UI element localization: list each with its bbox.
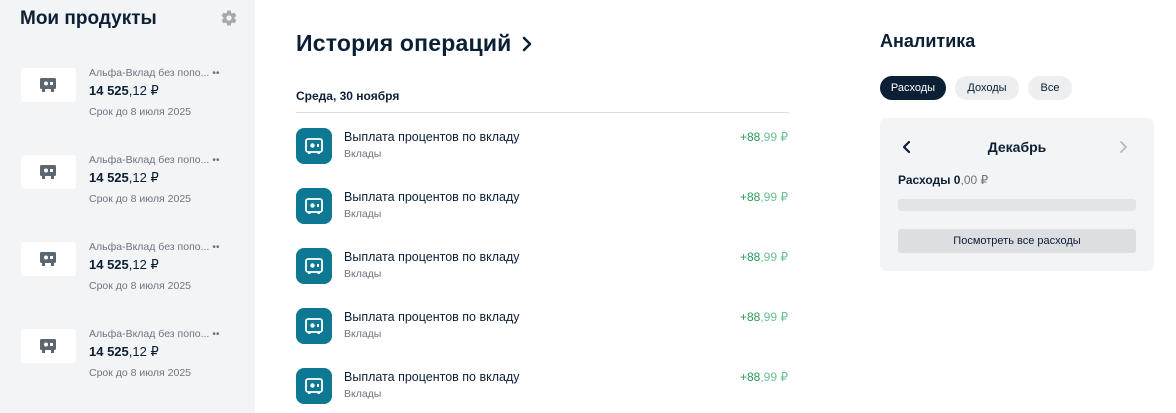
operation-icon: [296, 368, 332, 404]
product-card-thumb: [21, 155, 76, 189]
safe-icon: [40, 339, 56, 353]
product-name: Альфа-Вклад без попо... ••: [89, 154, 220, 166]
safe-icon: [305, 198, 323, 214]
product-card-thumb: [21, 329, 76, 363]
operation-amount: +88,99 ₽: [739, 190, 788, 204]
operation-icon: [296, 248, 332, 284]
operation-category: Вклады: [344, 388, 382, 400]
product-amount: 14 525,12 ₽: [89, 170, 159, 185]
tab-expenses[interactable]: Расходы: [880, 76, 946, 100]
safe-icon: [305, 138, 323, 154]
analytics-month: Декабрь: [987, 139, 1047, 155]
safe-icon: [40, 78, 56, 92]
history-title: История операций: [296, 30, 512, 56]
operation-row[interactable]: Выплата процентов по вкладу Вклады +88,9…: [296, 128, 790, 168]
divider: [296, 112, 789, 113]
product-name: Альфа-Вклад без попо... ••: [89, 328, 220, 340]
operation-title: Выплата процентов по вкладу: [344, 310, 520, 324]
operation-category: Вклады: [344, 208, 382, 220]
operation-title: Выплата процентов по вкладу: [344, 370, 520, 384]
operation-title: Выплата процентов по вкладу: [344, 250, 520, 264]
safe-icon: [305, 318, 323, 334]
product-term: Срок до 8 июля 2025: [89, 193, 192, 205]
product-item[interactable]: Альфа-Вклад без попо... •• 14 525,12 ₽ С…: [20, 241, 255, 311]
safe-icon: [305, 258, 323, 274]
operation-row[interactable]: Выплата процентов по вкладу Вклады +88,9…: [296, 248, 790, 288]
operation-category: Вклады: [344, 148, 382, 160]
operation-icon: [296, 188, 332, 224]
chevron-right-icon: [1118, 140, 1128, 159]
operation-icon: [296, 128, 332, 164]
product-card-thumb: [21, 68, 76, 102]
product-card-thumb: [21, 242, 76, 276]
product-amount: 14 525,12 ₽: [89, 83, 159, 98]
product-name: Альфа-Вклад без попо... ••: [89, 67, 220, 79]
tab-income[interactable]: Доходы: [955, 76, 1019, 100]
view-all-expenses-button[interactable]: Посмотреть все расходы: [898, 229, 1136, 253]
operation-amount: +88,99 ₽: [739, 130, 788, 144]
operation-row[interactable]: Выплата процентов по вкладу Вклады +88,9…: [296, 188, 790, 228]
operation-amount: +88,99 ₽: [739, 370, 788, 384]
tab-all[interactable]: Все: [1028, 76, 1072, 100]
operations-date: Среда, 30 ноября: [296, 89, 400, 103]
operation-icon: [296, 308, 332, 344]
product-term: Срок до 8 июля 2025: [89, 280, 192, 292]
safe-icon: [40, 165, 56, 179]
chevron-right-icon: [522, 36, 531, 51]
gear-icon[interactable]: [220, 9, 238, 27]
operation-title: Выплата процентов по вкладу: [344, 190, 520, 204]
operation-title: Выплата процентов по вкладу: [344, 130, 520, 144]
operation-row[interactable]: Выплата процентов по вкладу Вклады +88,9…: [296, 308, 790, 348]
product-term: Срок до 8 июля 2025: [89, 106, 192, 118]
sidebar-title: Мои продукты: [20, 8, 157, 29]
operation-category: Вклады: [344, 268, 382, 280]
safe-icon: [40, 252, 56, 266]
history-title-link[interactable]: История операций: [296, 30, 532, 57]
operation-category: Вклады: [344, 328, 382, 340]
products-sidebar: Мои продукты Альфа-Вклад без попо... •• …: [0, 0, 255, 413]
analytics-card: Декабрь Расходы 0,00 ₽ Посмотреть все ра…: [880, 118, 1154, 271]
operation-row[interactable]: Выплата процентов по вкладу Вклады +88,9…: [296, 368, 790, 408]
product-amount: 14 525,12 ₽: [89, 257, 159, 272]
product-name: Альфа-Вклад без попо... ••: [89, 241, 220, 253]
product-item[interactable]: Альфа-Вклад без попо... •• 14 525,12 ₽ С…: [20, 154, 255, 224]
operation-amount: +88,99 ₽: [739, 310, 788, 324]
product-item[interactable]: Альфа-Вклад без попо... •• 14 525,12 ₽ С…: [20, 67, 255, 137]
product-item[interactable]: Альфа-Вклад без попо... •• 14 525,12 ₽ С…: [20, 328, 255, 398]
analytics-title: Аналитика: [880, 31, 976, 51]
operation-amount: +88,99 ₽: [739, 250, 788, 264]
expenses-summary: Расходы 0,00 ₽: [898, 173, 989, 187]
product-term: Срок до 8 июля 2025: [89, 367, 192, 379]
product-amount: 14 525,12 ₽: [89, 344, 159, 359]
expenses-progress-bar: [898, 199, 1136, 211]
safe-icon: [305, 378, 323, 394]
